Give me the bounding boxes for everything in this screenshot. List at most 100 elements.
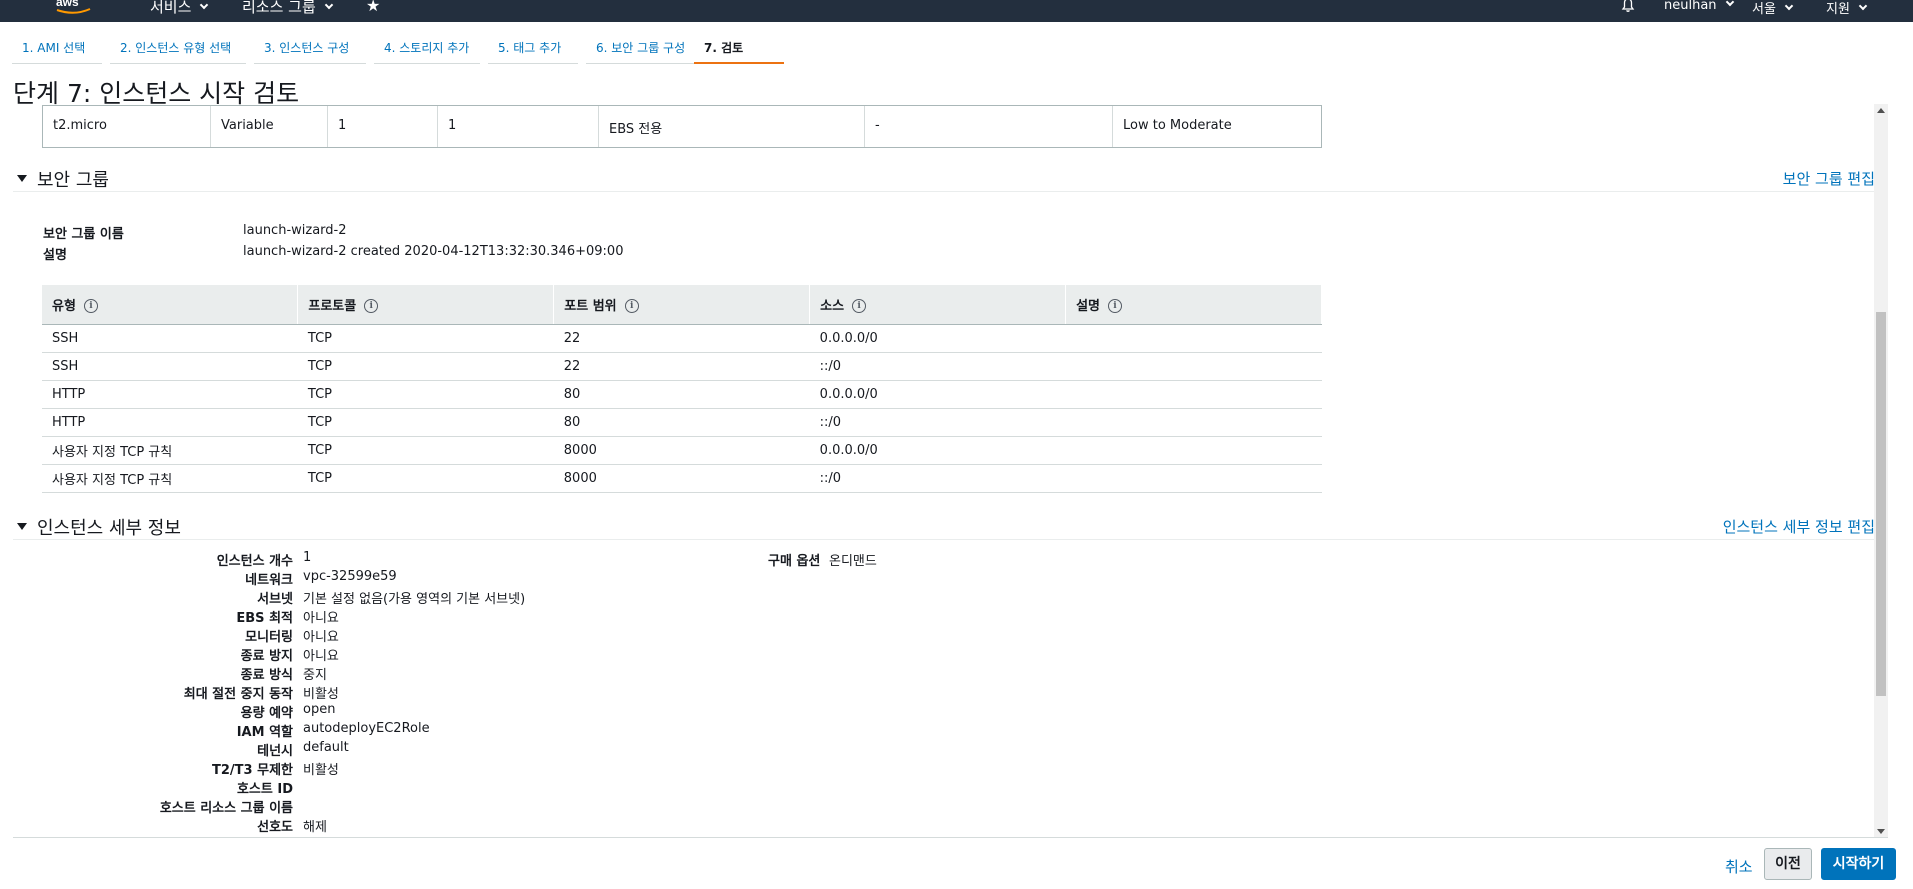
detail-row: 인스턴스 개수: [13, 550, 293, 569]
resource-groups-menu[interactable]: 리소스 그룹: [242, 0, 334, 17]
resource-groups-label: 리소스 그룹: [242, 0, 316, 16]
info-icon[interactable]: i: [624, 299, 639, 314]
detail-row: 호스트 ID: [13, 778, 293, 797]
tab-configure-security-group[interactable]: 6. 보안 그룹 구성: [586, 34, 698, 64]
scrollbar-thumb[interactable]: [1876, 312, 1886, 696]
rule-port-range: 80: [553, 408, 810, 437]
detail-value: autodeployEC2Role: [303, 721, 430, 736]
detail-key: IAM 역할: [236, 725, 293, 740]
detail-key: EBS 최적: [236, 611, 293, 626]
column-header-source: 소스 i: [809, 285, 1067, 325]
instance-details-title: 인스턴스 세부 정보: [37, 518, 181, 539]
cancel-link[interactable]: 취소: [1725, 856, 1753, 877]
detail-row: EBS 최적: [13, 607, 293, 626]
detail-key: 서브넷: [257, 592, 293, 607]
scroll-up-arrow-icon[interactable]: [1877, 108, 1885, 113]
rule-source: 0.0.0.0/0: [809, 324, 1066, 353]
detail-key: T2/T3 무제한: [212, 763, 293, 778]
table-header-row: 유형 i 프로토콜 i 포트 범위 i 소스 i 설명 i: [42, 285, 1322, 325]
rule-protocol: TCP: [297, 352, 554, 381]
detail-row: 서브넷: [13, 588, 293, 607]
purchase-option-value: 온디맨드: [829, 554, 877, 569]
edit-security-group-link[interactable]: 보안 그룹 편집: [1783, 168, 1875, 189]
tab-review[interactable]: 7. 검토: [694, 34, 784, 64]
table-row: HTTP TCP 80 0.0.0.0/0: [42, 380, 1322, 409]
security-group-description-label: 설명: [43, 248, 67, 263]
star-icon[interactable]: ★: [366, 0, 380, 15]
rule-port-range: 22: [553, 352, 810, 381]
launch-button[interactable]: 시작하기: [1821, 848, 1896, 880]
table-row: 사용자 지정 TCP 규칙 TCP 8000 ::/0: [42, 464, 1322, 493]
tab-configure-instance[interactable]: 3. 인스턴스 구성: [254, 34, 366, 64]
collapse-triangle-icon[interactable]: [17, 523, 27, 530]
rule-type: 사용자 지정 TCP 규칙: [42, 436, 298, 465]
review-panel: t2.micro Variable 1 1 EBS 전용 - Low to Mo…: [13, 104, 1888, 838]
services-menu[interactable]: 서비스: [150, 0, 209, 17]
svg-text:aws: aws: [56, 0, 79, 9]
rule-port-range: 8000: [553, 436, 810, 465]
detail-value: default: [303, 740, 349, 755]
table-row: SSH TCP 22 0.0.0.0/0: [42, 324, 1322, 353]
instance-type-row: t2.micro Variable 1 1 EBS 전용 - Low to Mo…: [42, 105, 1322, 148]
detail-row: IAM 역할: [13, 721, 293, 740]
chevron-down-icon: [324, 0, 334, 10]
detail-row: 호스트 리소스 그룹 이름: [13, 797, 293, 816]
user-menu[interactable]: neulhan: [1664, 0, 1734, 13]
rule-protocol: TCP: [297, 408, 554, 437]
user-label: neulhan: [1664, 0, 1717, 13]
info-icon[interactable]: i: [83, 299, 98, 314]
info-icon[interactable]: i: [364, 299, 379, 314]
tab-add-tags[interactable]: 5. 태그 추가: [488, 34, 578, 64]
rule-type: SSH: [42, 324, 298, 353]
edit-instance-details-link[interactable]: 인스턴스 세부 정보 편집: [1723, 516, 1875, 537]
detail-row: 용량 예약: [13, 702, 293, 721]
scroll-down-arrow-icon[interactable]: [1877, 829, 1885, 834]
tab-choose-instance-type[interactable]: 2. 인스턴스 유형 선택: [110, 34, 246, 64]
detail-row: 종료 방식: [13, 664, 293, 683]
detail-value: 중지: [303, 668, 327, 683]
rule-source: ::/0: [809, 352, 1066, 381]
rule-source: ::/0: [809, 408, 1066, 437]
security-group-section-header[interactable]: 보안 그룹 보안 그룹 편집: [13, 166, 1875, 192]
rule-source: 0.0.0.0/0: [809, 380, 1066, 409]
chevron-down-icon: [200, 0, 209, 10]
detail-key: 네트워크: [245, 573, 293, 588]
detail-value: vpc-32599e59: [303, 569, 397, 584]
detail-key: 호스트 ID: [236, 782, 293, 797]
table-row: 사용자 지정 TCP 규칙 TCP 8000 0.0.0.0/0: [42, 436, 1322, 465]
rule-port-range: 80: [553, 380, 810, 409]
table-row: HTTP TCP 80 ::/0: [42, 408, 1322, 437]
detail-key: 호스트 리소스 그룹 이름: [159, 801, 293, 816]
support-menu[interactable]: 지원: [1826, 0, 1868, 17]
instance-type-cell: t2.micro: [43, 106, 211, 147]
previous-button[interactable]: 이전: [1764, 848, 1812, 880]
vertical-scrollbar[interactable]: [1874, 104, 1888, 837]
support-label: 지원: [1826, 2, 1850, 17]
region-menu[interactable]: 서울: [1752, 0, 1794, 17]
rule-protocol: TCP: [297, 324, 554, 353]
tab-add-storage[interactable]: 4. 스토리지 추가: [374, 34, 480, 64]
chevron-down-icon: [1858, 1, 1868, 11]
rule-type: SSH: [42, 352, 298, 381]
detail-row: 선호도: [13, 816, 293, 835]
instance-details-section-header[interactable]: 인스턴스 세부 정보 인스턴스 세부 정보 편집: [13, 514, 1875, 540]
tab-choose-ami[interactable]: 1. AMI 선택: [12, 34, 102, 64]
detail-value: 기본 설정 없음(가용 영역의 기본 서브넷): [303, 592, 526, 607]
rule-port-range: 22: [553, 324, 810, 353]
column-header-type: 유형 i: [42, 285, 299, 325]
detail-value: 아니요: [303, 630, 339, 645]
bell-icon[interactable]: [1620, 0, 1636, 13]
info-icon[interactable]: i: [1108, 299, 1122, 314]
column-header-port-range: 포트 범위 i: [553, 285, 811, 325]
storage-cell: EBS 전용: [599, 106, 865, 147]
rule-source: ::/0: [809, 464, 1066, 493]
ebs-optimized-cell: -: [865, 106, 1113, 147]
collapse-triangle-icon[interactable]: [17, 175, 27, 182]
info-icon[interactable]: i: [852, 299, 867, 314]
aws-logo-icon[interactable]: aws: [54, 0, 96, 16]
security-group-name-value: launch-wizard-2: [243, 223, 347, 238]
detail-value: open: [303, 702, 336, 717]
detail-row: 최대 절전 중지 동작: [13, 683, 293, 702]
detail-row: 테넌시: [13, 740, 293, 759]
rule-port-range: 8000: [553, 464, 810, 493]
